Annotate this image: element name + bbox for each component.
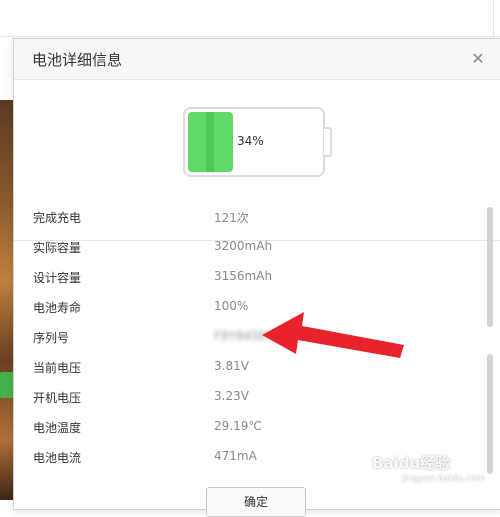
info-label: 开机电压 [33, 391, 82, 405]
info-row-battery-health: 电池寿命 100% [14, 292, 484, 322]
dialog-title: 电池详细信息 [32, 51, 123, 69]
info-label: 序列号 [33, 331, 70, 345]
info-label: 实际容量 [33, 241, 82, 255]
info-value: 3.23V [214, 389, 249, 403]
info-row-boot-voltage: 开机电压 3.23V [14, 382, 484, 412]
info-value: 121次 [214, 211, 249, 225]
info-row-charge-cycles: 完成充电 121次 [14, 202, 484, 232]
info-row-current-voltage: 当前电压 3.81V [14, 352, 484, 382]
battery-level-fill [188, 112, 233, 172]
ok-button[interactable]: 确定 [206, 487, 306, 517]
info-row-battery-temperature: 电池温度 29.19℃ [14, 412, 484, 442]
info-row-design-capacity: 设计容量 3156mAh [14, 262, 484, 292]
battery-info-list: 完成充电 121次 实际容量 3200mAh 设计容量 3156mAh 电池寿命… [14, 202, 484, 472]
info-label: 电池温度 [33, 421, 82, 435]
info-value: 100% [214, 299, 249, 313]
info-value: 3200mAh [214, 239, 273, 253]
dialog-header: 电池详细信息 ✕ [14, 39, 500, 80]
info-row-serial-number: 序列号 F8Y845EQ6PDJP27A [14, 322, 484, 352]
watermark-url: jingyan.baidu.com [402, 474, 486, 484]
info-row-actual-capacity: 实际容量 3200mAh [14, 232, 484, 262]
info-value: 3.81V [214, 359, 249, 373]
scrollbar-thumb[interactable] [487, 207, 493, 327]
info-label: 电池寿命 [33, 301, 82, 315]
info-label: 电池电流 [33, 451, 82, 465]
battery-percent: 34% [237, 134, 264, 148]
battery-fill-highlight [206, 112, 214, 172]
battery-details-dialog: 电池详细信息 ✕ 34% 完成充电 121次 实际容量 3200mAh 设计容量… [13, 38, 500, 517]
info-label: 完成充电 [33, 211, 82, 225]
info-label: 当前电压 [33, 361, 82, 375]
info-label: 设计容量 [33, 271, 82, 285]
background-app-icon [0, 372, 14, 398]
battery-terminal [324, 127, 332, 157]
scrollbar-thumb-secondary[interactable] [487, 354, 493, 474]
info-value: 3156mAh [214, 269, 273, 283]
info-value: 471mA [214, 449, 257, 463]
battery-icon: 34% [183, 107, 325, 177]
close-icon[interactable]: ✕ [470, 51, 486, 67]
watermark-brand: Baidu经验 [372, 454, 451, 472]
annotation-arrow-icon [262, 312, 404, 358]
background-divider [0, 36, 500, 37]
info-value: 29.19℃ [214, 419, 262, 433]
